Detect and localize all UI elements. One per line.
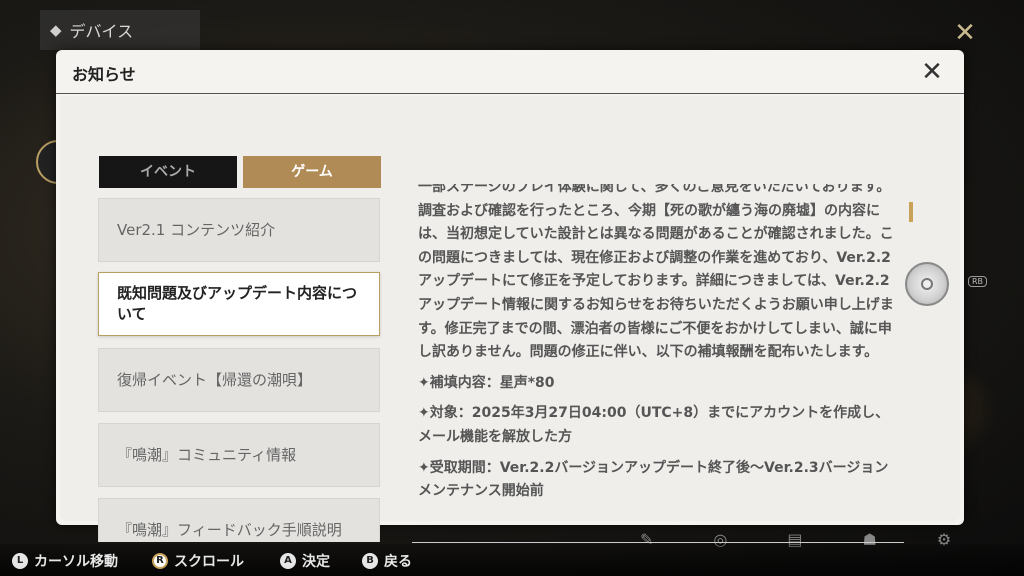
article-paragraph: ✦対象：2025年3月27日04:00（UTC+8）までにアカウントを作成し、メ… xyxy=(418,405,890,445)
diamond-icon: ◆ xyxy=(50,21,62,39)
list-item[interactable]: 復帰イベント【帰還の潮唄】 xyxy=(98,348,380,412)
list-item[interactable]: 『鳴潮』コミュニティ情報 xyxy=(98,423,380,487)
hint-label: スクロール xyxy=(174,554,244,570)
article-paragraph: ✦受取期間：Ver.2.2バージョンアップデート終了後～Ver.2.3バージョン… xyxy=(418,459,889,500)
list-item[interactable]: 『鳴潮』フィードバック手順説明 xyxy=(98,498,380,542)
content-area: イベント ゲーム Ver2.1 コンテンツ紹介 既知問題及びアップデート内容につ… xyxy=(60,96,960,543)
article-scrollbar[interactable] xyxy=(909,202,913,222)
panel-header: お知らせ ✕ xyxy=(56,50,964,94)
rb-label: RB xyxy=(968,276,988,287)
panel-title: お知らせ xyxy=(72,65,136,84)
list-item-label: 復帰イベント【帰還の潮唄】 xyxy=(117,370,313,389)
b-button-icon: B xyxy=(362,553,378,569)
background-title-text: デバイス xyxy=(69,22,134,41)
list-item-label: Ver2.1 コンテンツ紹介 xyxy=(117,220,276,239)
article-divider xyxy=(412,542,904,543)
article-paragraph: 一部ステージのプレイ体験に関して、多くのご意見をいただいております。調査および確… xyxy=(418,184,894,361)
tab-game[interactable]: ゲーム xyxy=(243,156,381,188)
list-item-label: 既知問題及びアップデート内容について xyxy=(117,284,358,323)
hint-scroll: R スクロール xyxy=(152,551,244,571)
list-item-label: 『鳴潮』フィードバック手順説明 xyxy=(117,520,342,539)
tab-event[interactable]: イベント xyxy=(99,156,237,188)
article-content: 一部ステージのプレイ体験に関して、多くのご意見をいただいております。調査および確… xyxy=(418,184,898,511)
hint-label: 決定 xyxy=(302,554,330,570)
rb-scroll-knob[interactable] xyxy=(905,262,949,306)
article-paragraph: ✦補填内容：星声*80 xyxy=(418,374,555,391)
background-title: ◆ デバイス xyxy=(50,18,133,42)
hint-cursor-move: L カーソル移動 xyxy=(12,551,118,571)
close-icon[interactable]: ✕ xyxy=(916,56,948,88)
announcement-panel: お知らせ ✕ イベント ゲーム Ver2.1 コンテンツ紹介 既知問題及びアップ… xyxy=(56,50,964,543)
hint-confirm: A 決定 xyxy=(280,551,330,571)
list-item-selected[interactable]: 既知問題及びアップデート内容について xyxy=(98,272,380,336)
announcement-list[interactable]: Ver2.1 コンテンツ紹介 既知問題及びアップデート内容について 復帰イベント… xyxy=(96,198,384,542)
hint-label: カーソル移動 xyxy=(34,554,118,570)
article-body[interactable]: 一部ステージのプレイ体験に関して、多くのご意見をいただいております。調査および確… xyxy=(412,184,902,542)
list-item-label: 『鳴潮』コミュニティ情報 xyxy=(117,445,297,464)
knob-dot-icon xyxy=(921,278,933,290)
a-button-icon: A xyxy=(280,553,296,569)
r-stick-icon: R xyxy=(152,553,168,569)
background-close-icon[interactable]: ✕ xyxy=(950,18,980,48)
hint-label: 戻る xyxy=(384,554,412,570)
list-item[interactable]: Ver2.1 コンテンツ紹介 xyxy=(98,198,380,262)
l-stick-icon: L xyxy=(12,553,28,569)
hint-back: B 戻る xyxy=(362,551,412,571)
